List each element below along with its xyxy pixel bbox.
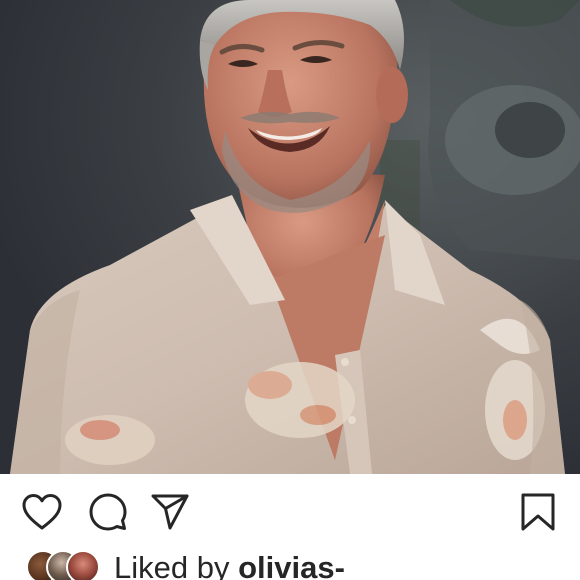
heart-icon bbox=[22, 494, 62, 530]
post-image[interactable] bbox=[0, 0, 580, 474]
action-bar bbox=[0, 474, 580, 548]
liker-username-link[interactable]: olivias- bbox=[238, 550, 345, 580]
share-button[interactable] bbox=[148, 490, 192, 534]
likes-summary: Liked by olivias- bbox=[0, 548, 580, 580]
likes-text: Liked by olivias- bbox=[114, 548, 345, 580]
comment-button[interactable] bbox=[86, 490, 130, 534]
like-button[interactable] bbox=[20, 490, 64, 534]
paper-plane-icon bbox=[151, 494, 189, 530]
bookmark-icon bbox=[521, 493, 555, 531]
comment-icon bbox=[89, 493, 127, 531]
liked-by-label: Liked by bbox=[114, 550, 230, 580]
save-button[interactable] bbox=[516, 490, 560, 534]
avatar bbox=[66, 550, 100, 580]
post-image-illustration bbox=[0, 0, 580, 474]
liker-avatars[interactable] bbox=[26, 550, 106, 580]
instagram-post: Liked by olivias- bbox=[0, 0, 580, 580]
